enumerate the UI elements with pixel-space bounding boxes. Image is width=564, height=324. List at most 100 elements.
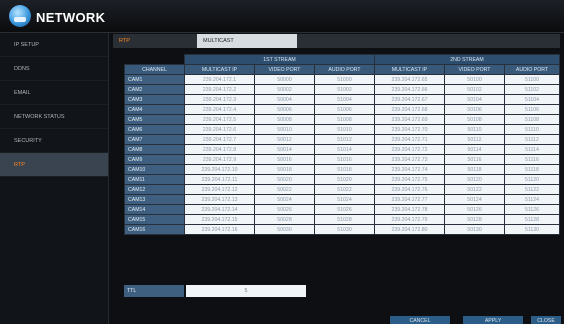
table-cell[interactable]: 50020 (254, 174, 315, 185)
table-cell[interactable]: 51022 (314, 184, 375, 195)
table-cell[interactable]: 50028 (254, 214, 315, 225)
table-cell[interactable]: 50100 (444, 74, 505, 85)
table-cell[interactable]: 239.204.172.66 (374, 84, 445, 95)
tab-multicast[interactable]: MULTICAST (197, 34, 297, 48)
sidebar-item-ddns[interactable]: DDNS (0, 57, 108, 81)
table-cell[interactable]: 50026 (254, 204, 315, 215)
table-cell[interactable]: 239.204.172.68 (374, 104, 445, 115)
table-cell[interactable]: 239.204.172.70 (374, 124, 445, 135)
table-cell[interactable]: 50000 (254, 74, 315, 85)
table-cell[interactable]: 51124 (504, 194, 560, 205)
table-cell[interactable]: 239.204.172.14 (184, 204, 255, 215)
table-cell[interactable]: 51020 (314, 174, 375, 185)
sidebar-item-rtp[interactable]: RTP (0, 153, 108, 177)
table-cell[interactable]: 239.204.172.15 (184, 214, 255, 225)
table-cell[interactable]: 239.204.172.3 (184, 94, 255, 105)
table-cell[interactable]: 51024 (314, 194, 375, 205)
table-cell[interactable]: 239.204.172.69 (374, 114, 445, 125)
table-cell[interactable]: 50024 (254, 194, 315, 205)
table-cell[interactable]: 51000 (314, 74, 375, 85)
table-cell[interactable]: 51016 (314, 154, 375, 165)
table-cell[interactable]: 239.204.172.9 (184, 154, 255, 165)
table-cell[interactable]: 239.204.172.11 (184, 174, 255, 185)
table-cell[interactable]: 239.204.172.74 (374, 164, 445, 175)
table-cell[interactable]: 50018 (254, 164, 315, 175)
sidebar-item-email[interactable]: EMAIL (0, 81, 108, 105)
table-cell[interactable]: 239.204.172.1 (184, 74, 255, 85)
table-cell[interactable]: 51128 (504, 214, 560, 225)
table-cell[interactable]: 239.204.172.80 (374, 224, 445, 235)
table-cell[interactable]: 51010 (314, 124, 375, 135)
table-cell[interactable]: 239.204.172.76 (374, 184, 445, 195)
table-cell[interactable]: 50130 (444, 224, 505, 235)
table-cell[interactable]: 51012 (314, 134, 375, 145)
table-cell[interactable]: 51006 (314, 104, 375, 115)
table-cell[interactable]: 50110 (444, 124, 505, 135)
table-cell[interactable]: 50116 (444, 154, 505, 165)
table-cell[interactable]: 239.204.172.73 (374, 154, 445, 165)
table-cell[interactable]: 50002 (254, 84, 315, 95)
table-cell[interactable]: 239.204.172.77 (374, 194, 445, 205)
table-cell[interactable]: 51118 (504, 164, 560, 175)
table-cell[interactable]: 51104 (504, 94, 560, 105)
table-cell[interactable]: 239.204.172.2 (184, 84, 255, 95)
table-cell[interactable]: 239.204.172.13 (184, 194, 255, 205)
ttl-input[interactable]: 5 (186, 285, 306, 297)
table-cell[interactable]: 239.204.172.5 (184, 114, 255, 125)
table-cell[interactable]: 51116 (504, 154, 560, 165)
cancel-button[interactable]: CANCEL (390, 316, 450, 324)
tab-rtp[interactable]: RTP (113, 34, 193, 48)
table-cell[interactable]: 51108 (504, 114, 560, 125)
table-cell[interactable]: 50008 (254, 114, 315, 125)
table-cell[interactable]: 51100 (504, 74, 560, 85)
table-cell[interactable]: 239.204.172.78 (374, 204, 445, 215)
table-cell[interactable]: 51110 (504, 124, 560, 135)
table-cell[interactable]: 50122 (444, 184, 505, 195)
table-cell[interactable]: 50124 (444, 194, 505, 205)
table-cell[interactable]: 239.204.172.71 (374, 134, 445, 145)
table-cell[interactable]: 51106 (504, 104, 560, 115)
sidebar-item-ip-setup[interactable]: IP SETUP (0, 33, 108, 57)
table-cell[interactable]: 50126 (444, 204, 505, 215)
table-cell[interactable]: 239.204.172.72 (374, 144, 445, 155)
table-cell[interactable]: 51026 (314, 204, 375, 215)
table-cell[interactable]: 51102 (504, 84, 560, 95)
table-cell[interactable]: 51122 (504, 184, 560, 195)
table-cell[interactable]: 50022 (254, 184, 315, 195)
table-cell[interactable]: 50010 (254, 124, 315, 135)
table-cell[interactable]: 50128 (444, 214, 505, 225)
table-cell[interactable]: 239.204.172.75 (374, 174, 445, 185)
table-cell[interactable]: 51018 (314, 164, 375, 175)
table-cell[interactable]: 51112 (504, 134, 560, 145)
table-cell[interactable]: 239.204.172.79 (374, 214, 445, 225)
table-cell[interactable]: 239.204.172.67 (374, 94, 445, 105)
table-cell[interactable]: 51120 (504, 174, 560, 185)
table-cell[interactable]: 50112 (444, 134, 505, 145)
table-cell[interactable]: 239.204.172.4 (184, 104, 255, 115)
table-cell[interactable]: 51130 (504, 224, 560, 235)
table-cell[interactable]: 50118 (444, 164, 505, 175)
table-cell[interactable]: 239.204.172.7 (184, 134, 255, 145)
sidebar-item-network-status[interactable]: NETWORK STATUS (0, 105, 108, 129)
apply-button[interactable]: APPLY (463, 316, 523, 324)
table-cell[interactable]: 239.204.172.16 (184, 224, 255, 235)
table-cell[interactable]: 50120 (444, 174, 505, 185)
table-cell[interactable]: 50114 (444, 144, 505, 155)
table-cell[interactable]: 51004 (314, 94, 375, 105)
table-cell[interactable]: 51002 (314, 84, 375, 95)
table-cell[interactable]: 239.204.172.8 (184, 144, 255, 155)
table-cell[interactable]: 239.204.172.10 (184, 164, 255, 175)
table-cell[interactable]: 50102 (444, 84, 505, 95)
table-cell[interactable]: 239.204.172.6 (184, 124, 255, 135)
table-cell[interactable]: 50108 (444, 114, 505, 125)
table-cell[interactable]: 50014 (254, 144, 315, 155)
table-cell[interactable]: 50030 (254, 224, 315, 235)
table-cell[interactable]: 50012 (254, 134, 315, 145)
table-cell[interactable]: 51030 (314, 224, 375, 235)
table-cell[interactable]: 51126 (504, 204, 560, 215)
close-button[interactable]: CLOSE (531, 316, 561, 324)
sidebar-item-security[interactable]: SECURITY (0, 129, 108, 153)
table-cell[interactable]: 51114 (504, 144, 560, 155)
table-cell[interactable]: 51014 (314, 144, 375, 155)
table-cell[interactable]: 51008 (314, 114, 375, 125)
